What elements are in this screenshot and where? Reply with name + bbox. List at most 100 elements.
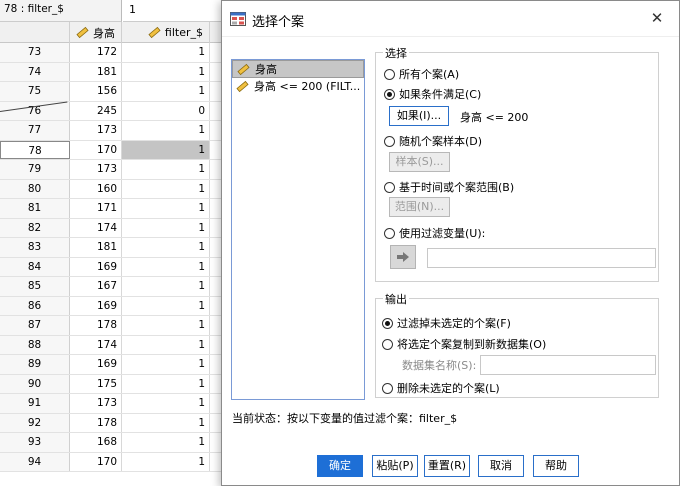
dataset-name-label: 数据集名称(S): [402, 359, 477, 372]
cell-height[interactable]: 169 [70, 296, 122, 315]
radio-label: 所有个案(A) [399, 68, 460, 81]
range-button[interactable]: 范围(N)... [389, 197, 450, 217]
cell-filter[interactable]: 1 [122, 179, 210, 198]
cell-filter[interactable]: 1 [122, 452, 210, 471]
radio-delete-unselected[interactable]: 删除未选定的个案(L) [382, 380, 500, 396]
row-number[interactable]: 81 [0, 199, 70, 218]
dialog-titlebar[interactable]: 选择个案 ✕ [222, 1, 679, 37]
radio-if-condition[interactable]: 如果条件满足(C) [384, 86, 481, 102]
radio-all-cases[interactable]: 所有个案(A) [384, 66, 459, 82]
row-number[interactable]: 93 [0, 433, 70, 452]
cell-filter[interactable]: 1 [122, 394, 210, 413]
column-header-filter[interactable]: filter_$ [122, 22, 210, 43]
radio-random-sample[interactable]: 随机个案样本(D) [384, 133, 482, 149]
row-number[interactable]: 88 [0, 335, 70, 354]
help-button[interactable]: 帮助 [533, 455, 579, 477]
row-number[interactable]: 79 [0, 160, 70, 179]
row-number[interactable]: 80 [0, 179, 70, 198]
row-number[interactable]: 86 [0, 296, 70, 315]
cell-height[interactable]: 169 [70, 257, 122, 276]
variable-item-filter[interactable]: 身高 <= 200 (FILT... [232, 78, 364, 96]
cell-filter[interactable]: 1 [122, 43, 210, 62]
cell-filter[interactable]: 1 [122, 238, 210, 257]
row-number[interactable]: 74 [0, 62, 70, 81]
variable-list[interactable]: 身高 身高 <= 200 (FILT... [231, 59, 365, 400]
column-header-height[interactable]: 身高 [70, 22, 122, 43]
cell-filter[interactable]: 1 [122, 355, 210, 374]
dataset-name-field[interactable] [480, 355, 656, 375]
cell-filter[interactable]: 1 [122, 218, 210, 237]
radio-label: 基于时间或个案范围(B) [399, 181, 515, 194]
row-number[interactable]: 75 [0, 82, 70, 101]
cancel-button[interactable]: 取消 [478, 455, 524, 477]
row-number[interactable]: 76 [0, 101, 70, 120]
cell-height[interactable]: 181 [70, 62, 122, 81]
cell-height[interactable]: 178 [70, 316, 122, 335]
cell-height[interactable]: 245 [70, 101, 122, 120]
filter-variable-field[interactable] [427, 248, 656, 268]
radio-filter-variable[interactable]: 使用过滤变量(U): [384, 225, 485, 241]
radio-time-range[interactable]: 基于时间或个案范围(B) [384, 179, 514, 195]
move-variable-button[interactable] [390, 245, 416, 269]
row-number[interactable]: 84 [0, 257, 70, 276]
cell-height[interactable]: 174 [70, 218, 122, 237]
cell-height[interactable]: 173 [70, 394, 122, 413]
cell-height[interactable]: 170 [70, 452, 122, 471]
row-number[interactable]: 89 [0, 355, 70, 374]
cell-height[interactable]: 170 [70, 140, 122, 159]
cell-filter[interactable]: 1 [122, 296, 210, 315]
cell-filter[interactable]: 1 [122, 62, 210, 81]
row-number[interactable]: 73 [0, 43, 70, 62]
cell-height[interactable]: 169 [70, 355, 122, 374]
cell-filter[interactable]: 1 [122, 374, 210, 393]
cell-filter[interactable]: 0 [122, 101, 210, 120]
radio-label: 如果条件满足(C) [399, 88, 482, 101]
close-icon[interactable]: ✕ [647, 8, 667, 28]
paste-button[interactable]: 粘贴(P) [372, 455, 418, 477]
radio-label: 过滤掉未选定的个案(F) [397, 317, 511, 330]
row-number[interactable]: 77 [0, 121, 70, 140]
ok-button[interactable]: 确定 [317, 455, 363, 477]
cell-filter[interactable]: 1 [122, 199, 210, 218]
radio-copy-dataset[interactable]: 将选定个案复制到新数据集(O) [382, 336, 546, 352]
cell-filter[interactable]: 1 [122, 140, 210, 159]
cell-height[interactable]: 168 [70, 433, 122, 452]
reset-button[interactable]: 重置(R) [424, 455, 470, 477]
sample-button[interactable]: 样本(S)... [389, 152, 450, 172]
radio-filter-out[interactable]: 过滤掉未选定的个案(F) [382, 315, 511, 331]
cell-height[interactable]: 167 [70, 277, 122, 296]
row-number[interactable]: 85 [0, 277, 70, 296]
cell-filter[interactable]: 1 [122, 257, 210, 276]
row-number[interactable]: 92 [0, 413, 70, 432]
cell-filter[interactable]: 1 [122, 277, 210, 296]
row-number[interactable]: 94 [0, 452, 70, 471]
row-number[interactable]: 90 [0, 374, 70, 393]
cell-reference: 78 : filter_$ [0, 0, 122, 22]
variable-label: 身高 [255, 63, 277, 76]
radio-dot [384, 88, 395, 100]
cell-filter[interactable]: 1 [122, 121, 210, 140]
cell-filter[interactable]: 1 [122, 160, 210, 179]
if-button[interactable]: 如果(I)... [389, 106, 449, 126]
cell-filter[interactable]: 1 [122, 413, 210, 432]
cell-height[interactable]: 171 [70, 199, 122, 218]
cell-height[interactable]: 174 [70, 335, 122, 354]
cell-height[interactable]: 160 [70, 179, 122, 198]
variable-item-height[interactable]: 身高 [232, 60, 364, 78]
row-number[interactable]: 91 [0, 394, 70, 413]
cell-height[interactable]: 175 [70, 374, 122, 393]
cell-height[interactable]: 178 [70, 413, 122, 432]
cell-height[interactable]: 173 [70, 121, 122, 140]
cell-height[interactable]: 181 [70, 238, 122, 257]
cell-filter[interactable]: 1 [122, 316, 210, 335]
cell-filter[interactable]: 1 [122, 335, 210, 354]
row-number[interactable]: 82 [0, 218, 70, 237]
cell-height[interactable]: 156 [70, 82, 122, 101]
row-number[interactable]: 83 [0, 238, 70, 257]
cell-filter[interactable]: 1 [122, 82, 210, 101]
row-number[interactable]: 78 [0, 140, 70, 159]
cell-filter[interactable]: 1 [122, 433, 210, 452]
row-number[interactable]: 87 [0, 316, 70, 335]
cell-height[interactable]: 172 [70, 43, 122, 62]
cell-height[interactable]: 173 [70, 160, 122, 179]
